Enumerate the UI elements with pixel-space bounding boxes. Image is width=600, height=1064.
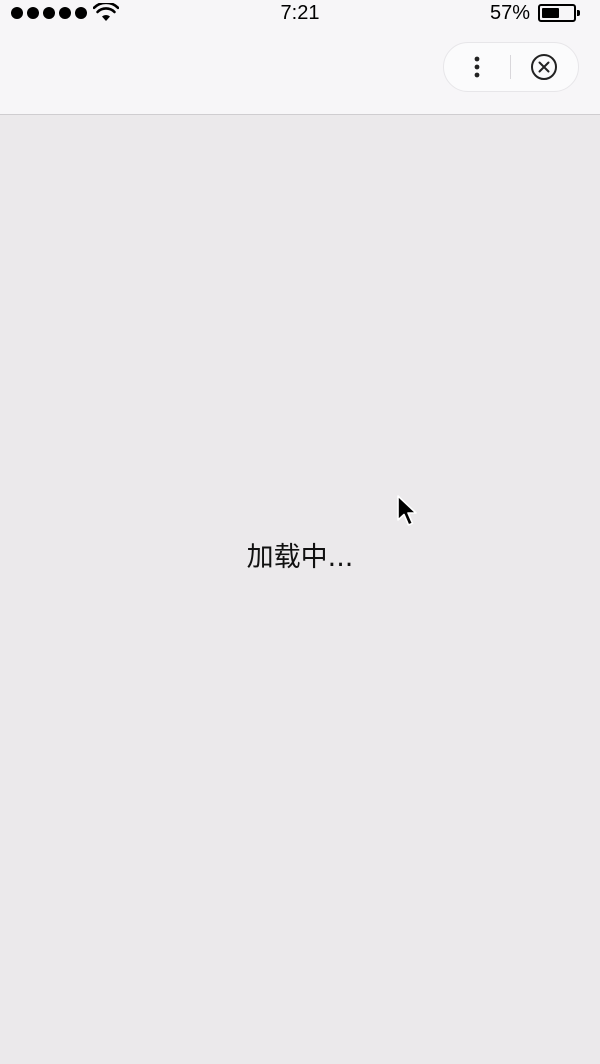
battery-nub [577, 10, 580, 16]
status-bar: 7:21 57% [0, 0, 600, 28]
mini-program-capsule [443, 42, 579, 92]
close-circle-icon [531, 54, 557, 80]
battery-icon [538, 4, 580, 22]
battery-fill [542, 8, 559, 18]
battery-percentage: 57% [489, 2, 530, 24]
navigation-bar [0, 28, 600, 115]
mouse-pointer-icon [397, 495, 417, 526]
more-button[interactable] [444, 42, 510, 92]
close-button[interactable] [511, 42, 577, 92]
loading-text: 加载中... [246, 542, 354, 573]
more-vertical-icon [474, 56, 480, 78]
page-content: 加载中... [0, 115, 600, 1064]
